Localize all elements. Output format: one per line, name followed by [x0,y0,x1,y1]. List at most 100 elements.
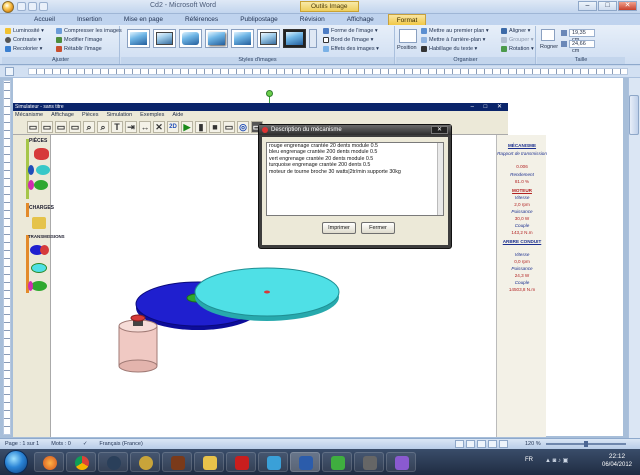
taskbar-explorer[interactable] [194,452,224,472]
word-count[interactable]: Mots : 0 [51,439,71,449]
ruler-scale[interactable] [28,68,628,75]
web-layout-view-icon[interactable] [477,440,486,448]
crop-icon[interactable] [541,29,555,41]
picture-shape-button[interactable]: Forme de l'image ▾ [323,27,378,35]
magenta-part-icon[interactable] [28,180,34,190]
zoom-slider-handle[interactable] [584,441,588,447]
menu-pieces[interactable]: Pièces [82,111,99,120]
close-button[interactable]: ✕ [618,1,637,11]
close-dialog-button[interactable]: Fermer [361,222,395,234]
tab-revision[interactable]: Révision [292,14,333,25]
menu-exemples[interactable]: Exemples [140,111,164,120]
print-button[interactable]: Imprimer [322,222,356,234]
page-count[interactable]: Page : 1 sur 1 [5,439,39,449]
save-icon[interactable] [17,2,26,11]
stop-icon[interactable]: ■ [209,121,221,133]
crop-button[interactable]: Rogner [540,44,558,50]
taskbar-paint[interactable] [258,452,288,472]
brightness-button[interactable]: Luminosité ▾ [5,27,44,35]
play-icon[interactable]: ▶ [181,121,193,133]
picture-style-3[interactable] [179,29,202,48]
description-textarea[interactable]: rouge engrenage crantée 20 dents module … [266,142,444,216]
change-picture-button[interactable]: Modifier l'image [56,36,102,44]
picture-effects-button[interactable]: Effets des images ▾ [323,45,379,53]
turquoise-gear-icon[interactable] [36,165,50,175]
zoom-level[interactable]: 120 % [525,439,541,449]
picture-border-button[interactable]: Bord de l'image ▾ [323,36,373,44]
taskbar-word[interactable] [290,452,320,472]
send-to-back-button[interactable]: Mettre à l'arrière-plan ▾ [421,36,485,44]
red-gear[interactable] [130,314,146,322]
green-gear-icon[interactable] [34,180,48,190]
position-button[interactable]: Position [397,45,417,51]
menu-mecanisme[interactable]: Mécanisme [15,111,43,120]
menu-affichage[interactable]: Affichage [51,111,74,120]
rotate-button[interactable]: Rotation ▾ [501,45,534,53]
bring-to-front-button[interactable]: Mettre au premier plan ▾ [421,27,489,35]
delete-icon[interactable]: ✕ [153,121,165,133]
group-button[interactable]: Grouper ▾ [501,36,533,44]
tab-mise-en-page[interactable]: Mise en page [116,14,171,25]
taskbar-firefox[interactable] [34,452,64,472]
tray-icons[interactable]: ▲ ◙ ♪ ▣ [545,457,585,466]
taskbar-game[interactable] [162,452,192,472]
reset-picture-button[interactable]: Rétablir l'image [56,45,102,53]
red-gear-icon[interactable] [34,148,49,160]
width-input[interactable]: 24,66 cm [569,40,595,54]
picture-style-2[interactable] [153,29,176,48]
minimize-button[interactable]: – [578,1,597,11]
view-2d-button[interactable]: 2D [167,121,179,133]
scrollbar-thumb[interactable] [629,95,639,135]
rotation-handle[interactable] [266,90,273,97]
position-icon[interactable] [399,29,417,43]
language-status[interactable]: Français (France) [99,439,142,449]
print-icon[interactable]: ▭ [69,121,81,133]
tab-affichage[interactable]: Affichage [339,14,382,25]
menu-aide[interactable]: Aide [172,111,183,120]
text-icon[interactable]: T [111,121,123,133]
full-screen-view-icon[interactable] [466,440,475,448]
taskbar-chrome[interactable] [66,452,96,472]
clock-time[interactable]: 22:12 [597,453,637,460]
tab-insertion[interactable]: Insertion [69,14,110,25]
pause-icon[interactable]: ▮ [195,121,207,133]
zoom-in-icon[interactable]: ⌕ [83,121,95,133]
taskbar-acrobat[interactable] [226,452,256,472]
maximize-button[interactable]: □ [598,1,617,11]
window-icon[interactable]: ▭ [223,121,235,133]
tab-selector-icon[interactable] [5,67,14,76]
office-button[interactable] [2,1,14,13]
dialog-close-icon[interactable]: ✕ [431,126,448,134]
text-wrapping-button[interactable]: Habillage du texte ▾ [421,45,477,53]
target-icon[interactable]: ◎ [237,121,249,133]
green-transmission-icon[interactable] [31,281,47,291]
open-icon[interactable]: ▭ [41,121,53,133]
blue-part-icon[interactable] [28,165,34,175]
vertical-ruler[interactable] [3,80,11,435]
picture-style-6[interactable] [257,29,280,48]
compress-pictures-button[interactable]: Compresser les images [56,27,122,35]
tab-publipostage[interactable]: Publipostage [232,14,286,25]
input-language[interactable]: FR [525,457,533,463]
outline-view-icon[interactable] [488,440,497,448]
tab-accueil[interactable]: Accueil [26,14,63,25]
new-icon[interactable]: ▭ [27,121,39,133]
weight-icon[interactable] [32,217,46,229]
undo-icon[interactable] [28,2,37,11]
taskbar-app-2[interactable] [386,452,416,472]
picture-style-4[interactable] [205,29,228,48]
redo-icon[interactable] [39,2,48,11]
taskbar-steam[interactable] [98,452,128,472]
styles-more-button[interactable] [309,29,317,48]
taskbar-simulator[interactable] [354,452,384,472]
tab-references[interactable]: Références [177,14,226,25]
resize-icon[interactable]: ↔ [139,121,151,133]
picture-style-7[interactable] [283,29,306,48]
picture-style-5[interactable] [231,29,254,48]
menu-simulation[interactable]: Simulation [106,111,132,120]
recolor-button[interactable]: Recolorier ▾ [5,45,42,53]
taskbar-app[interactable] [322,452,352,472]
move-icon[interactable]: ⇥ [125,121,137,133]
draft-view-icon[interactable] [499,440,508,448]
belt-transmission-icon[interactable] [31,263,47,273]
